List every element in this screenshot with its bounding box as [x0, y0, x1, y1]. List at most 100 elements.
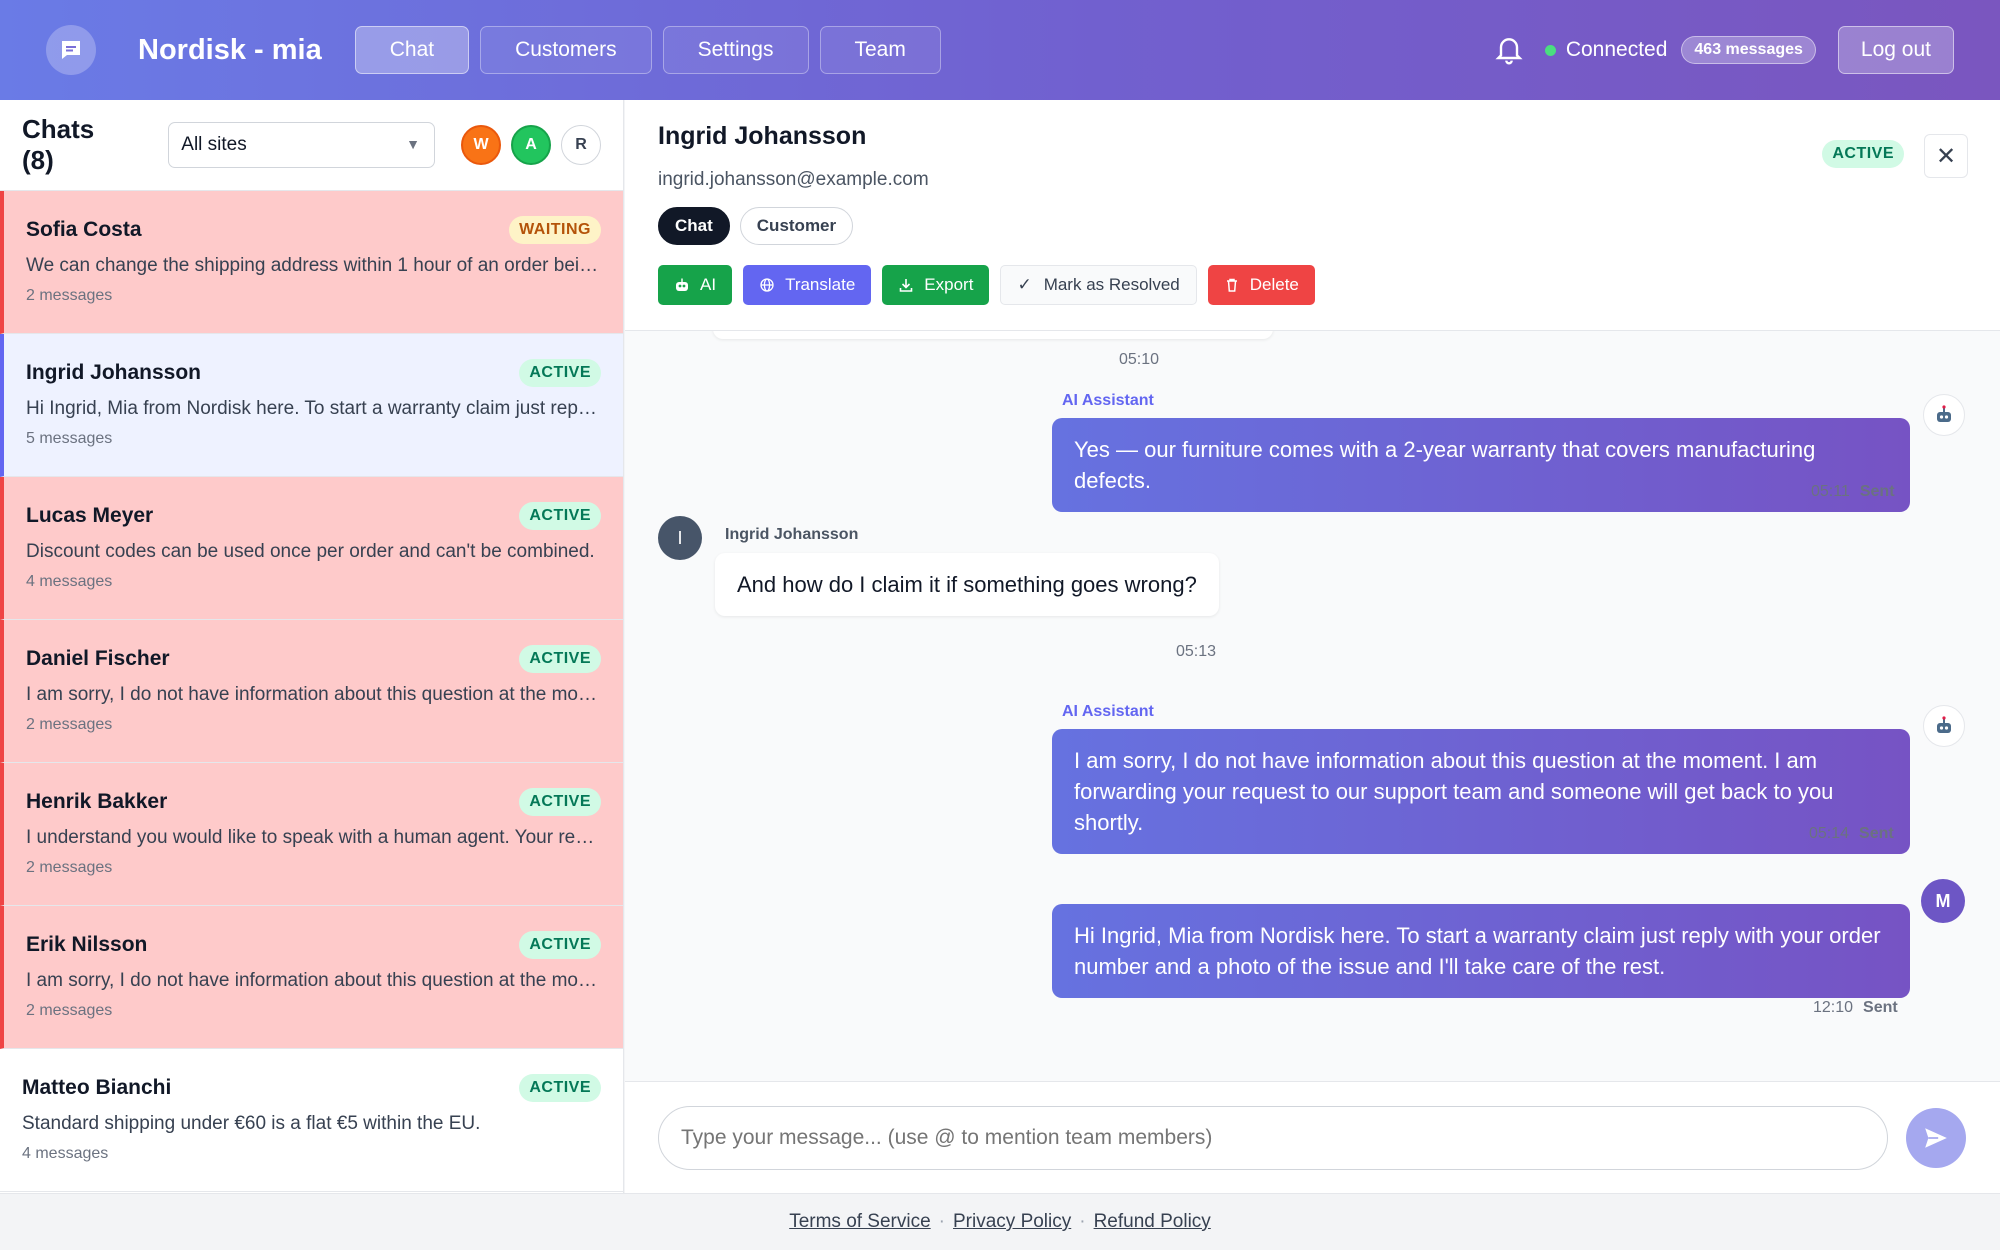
delete-button[interactable]: Delete: [1207, 265, 1315, 305]
chat-item-count: 2 messages: [26, 287, 113, 304]
site-filter-select[interactable]: All sites ▼: [168, 122, 435, 168]
mark-resolved-label: Mark as Resolved: [1043, 275, 1180, 294]
delete-button-label: Delete: [1249, 275, 1299, 294]
translate-button-label: Translate: [785, 275, 856, 294]
download-icon: [899, 279, 913, 292]
logout-button[interactable]: Log out: [1837, 26, 1954, 74]
message-sender: Ingrid Johansson: [725, 526, 859, 543]
agent-message-bubble: Hi Ingrid, Mia from Nordisk here. To sta…: [1052, 904, 1910, 998]
chat-logo-icon: [46, 25, 96, 75]
export-button-label: Export: [924, 275, 974, 294]
message-time: 12:10: [1813, 999, 1854, 1016]
sidebar-header: Chats (8) All sites ▼ W A R: [0, 100, 623, 191]
footer: Terms of Service · Privacy Policy · Refu…: [0, 1193, 2000, 1250]
mark-resolved-button[interactable]: ✓ Mark as Resolved: [1000, 265, 1197, 305]
ai-message-bubble: I am sorry, I do not have information ab…: [1052, 729, 1910, 854]
chat-list-item[interactable]: Daniel Fischer ACTIVE I am sorry, I do no…: [0, 620, 623, 763]
footer-separator: ·: [938, 1211, 945, 1232]
checkmark-icon: ✓: [1017, 275, 1032, 294]
chat-list-item[interactable]: Erik Nilsson ACTIVE I am sorry, I do not …: [0, 906, 623, 1049]
robot-avatar-icon: [1923, 705, 1965, 747]
chat-item-preview: Discount codes can be used once per orde…: [26, 541, 595, 562]
chat-item-count: 2 messages: [26, 1002, 113, 1019]
agent-avatar-a[interactable]: A: [511, 125, 551, 165]
message-composer: [625, 1081, 2000, 1193]
nav-team[interactable]: Team: [819, 26, 941, 74]
chat-item-count: 4 messages: [26, 573, 113, 590]
site-filter-value: All sites: [181, 134, 247, 155]
chat-item-name: Lucas Meyer: [26, 504, 154, 527]
status-badge: WAITING: [509, 216, 601, 244]
chevron-down-icon: ▼: [406, 136, 420, 152]
message-count-badge: 463 messages: [1681, 36, 1816, 64]
close-icon[interactable]: ✕: [1924, 134, 1968, 178]
privacy-link[interactable]: Privacy Policy: [953, 1211, 1071, 1233]
chat-item-name: Henrik Bakker: [26, 790, 168, 813]
connection-status: Connected: [1565, 38, 1668, 61]
chats-title: Chats (8): [22, 114, 95, 175]
message-time: 05:10: [1119, 351, 1160, 368]
message-bubble-partial: [713, 331, 1273, 339]
message-time: 05:11: [1811, 483, 1850, 500]
notification-bell-icon[interactable]: [1493, 32, 1525, 68]
nav-customers[interactable]: Customers: [480, 26, 652, 74]
robot-avatar-icon: [1923, 394, 1965, 436]
tab-chat[interactable]: Chat: [658, 207, 730, 245]
customer-message-bubble: And how do I claim it if something goes …: [715, 553, 1219, 616]
chat-item-preview: Hi Ingrid, Mia from Nordisk here. To sta…: [26, 398, 601, 419]
ai-message-bubble: Yes — our furniture comes with a 2-year …: [1052, 418, 1910, 512]
robot-icon: [676, 278, 688, 291]
refund-link[interactable]: Refund Policy: [1094, 1211, 1211, 1233]
message-time: 05:14: [1809, 825, 1850, 842]
chat-item-preview: I am sorry, I do not have information ab…: [26, 684, 601, 705]
conversation-panel: Ingrid Johansson ingrid.johansson@exampl…: [625, 100, 2000, 1193]
chat-item-count: 5 messages: [26, 430, 113, 447]
chat-item-count: 2 messages: [26, 859, 113, 876]
ai-button[interactable]: AI: [658, 265, 733, 305]
footer-separator: ·: [1079, 1211, 1086, 1232]
message-thread[interactable]: 05:10 AI Assistant Yes — our furniture c…: [625, 331, 2000, 1081]
trash-icon: [1226, 278, 1237, 292]
globe-icon: [760, 278, 774, 292]
nav-settings[interactable]: Settings: [662, 26, 809, 74]
translate-button[interactable]: Translate: [743, 265, 872, 305]
nav-chat[interactable]: Chat: [354, 26, 470, 74]
customer-email: ingrid.johansson@example.com: [658, 169, 929, 190]
agent-avatar: M: [1921, 879, 1965, 923]
status-badge: ACTIVE: [519, 788, 601, 816]
conversation-status-badge: ACTIVE: [1822, 140, 1904, 168]
agent-avatar-r[interactable]: R: [561, 125, 601, 165]
chat-item-preview: I understand you would like to speak wit…: [26, 827, 601, 848]
message-input[interactable]: [658, 1105, 1888, 1170]
agent-avatar-w[interactable]: W: [461, 125, 501, 165]
chat-list-item[interactable]: Lucas Meyer ACTIVE Discount codes can be …: [0, 477, 623, 620]
conversation-header: Ingrid Johansson ingrid.johansson@exampl…: [625, 100, 2000, 331]
send-button[interactable]: [1906, 1107, 1966, 1168]
chat-list-item[interactable]: Henrik Bakker ACTIVE I understand you wou…: [0, 763, 623, 906]
message-time: 05:13: [1176, 643, 1217, 660]
status-badge: ACTIVE: [519, 931, 601, 959]
tab-customer[interactable]: Customer: [739, 207, 854, 245]
export-button[interactable]: Export: [882, 265, 990, 305]
status-badge: ACTIVE: [519, 645, 601, 673]
send-icon: [1925, 1127, 1947, 1148]
chat-item-preview: Standard shipping under €60 is a flat €5…: [22, 1113, 481, 1134]
chat-item-preview: I am sorry, I do not have information ab…: [26, 970, 601, 991]
terms-link[interactable]: Terms of Service: [789, 1211, 930, 1233]
chat-item-name: Erik Nilsson: [26, 933, 148, 956]
customer-name: Ingrid Johansson: [658, 122, 867, 150]
customer-avatar: I: [658, 516, 702, 560]
chat-list-item[interactable]: Sofia Costa WAITING We can change the shi…: [0, 191, 623, 334]
brand-title: Nordisk - mia: [138, 33, 322, 66]
chat-item-name: Ingrid Johansson: [26, 361, 202, 384]
chat-list-item[interactable]: Matteo Bianchi ACTIVE Standard shipping u…: [0, 1049, 623, 1192]
chat-item-count: 4 messages: [22, 1145, 109, 1162]
chat-item-name: Sofia Costa: [26, 218, 142, 241]
ai-button-label: AI: [700, 275, 717, 294]
message-state: Sent: [1859, 825, 1894, 842]
status-badge: ACTIVE: [519, 1074, 601, 1102]
status-badge: ACTIVE: [519, 502, 601, 530]
chat-list-item-selected[interactable]: Ingrid Johansson ACTIVE Hi Ingrid, Mia fr…: [0, 334, 623, 477]
chat-item-name: Matteo Bianchi: [22, 1076, 172, 1099]
chat-list-sidebar: Chats (8) All sites ▼ W A R Sofia Costa W…: [0, 100, 624, 1193]
